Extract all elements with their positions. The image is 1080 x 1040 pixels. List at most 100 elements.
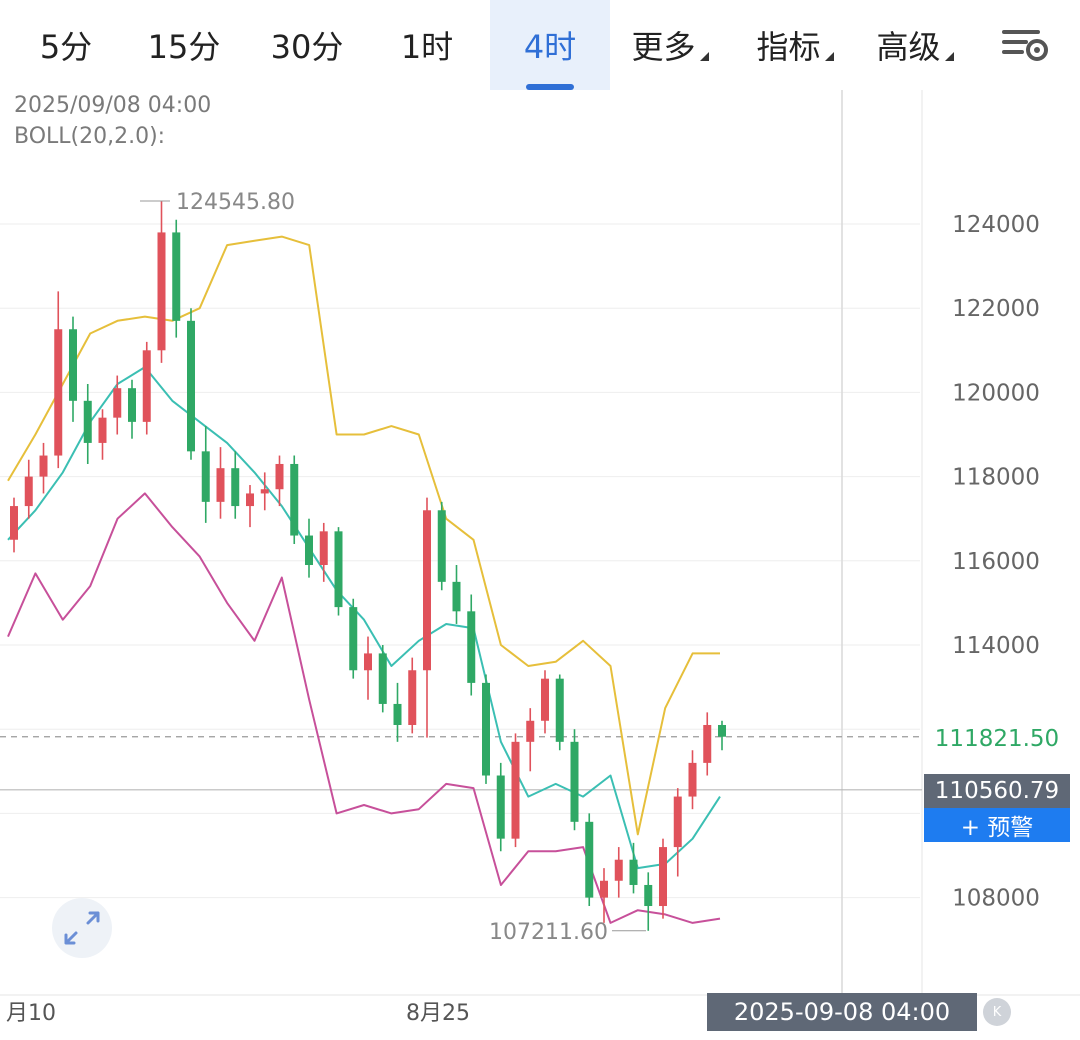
candle-body <box>128 388 136 422</box>
tab-label: 4时 <box>523 28 577 66</box>
candle-body <box>437 510 446 582</box>
tab-label: 高级 <box>876 28 941 66</box>
candle <box>393 682 402 742</box>
tab-0[interactable]: 5分 <box>20 0 112 90</box>
candlestick-chart[interactable]: 108000 114000 116000 118000 120000 122000 1240… <box>0 90 1080 1040</box>
candle <box>378 645 387 713</box>
crosshair-time-label: 2025-09-08 04:00 <box>707 993 977 1031</box>
add-alert-button[interactable]: + 预警 <box>924 808 1070 842</box>
candle-body <box>231 468 240 507</box>
low-price-annotation: 107211.60 <box>489 920 608 945</box>
candle-body <box>260 489 269 494</box>
candle <box>305 518 313 578</box>
candle-body <box>349 607 358 671</box>
tab-label: 15分 <box>147 28 221 66</box>
candle <box>408 657 417 734</box>
candle <box>585 813 594 907</box>
candle-body <box>54 329 63 456</box>
candle-body <box>305 535 313 566</box>
y-tick-label: 118000 <box>952 465 1040 491</box>
candle-body <box>290 463 299 536</box>
tab-label: 5分 <box>39 28 93 66</box>
candle-body <box>39 455 48 477</box>
k-line-icon[interactable]: K <box>983 998 1011 1026</box>
candle-body <box>24 476 33 507</box>
bollinger-bands <box>7 235 721 924</box>
candle <box>128 379 136 439</box>
tab-label: 30分 <box>270 28 344 66</box>
candle <box>555 674 564 751</box>
candle <box>39 442 48 494</box>
candle <box>437 501 446 591</box>
tab-4[interactable]: 4时 <box>490 0 610 90</box>
tab-label: 指标 <box>756 28 821 66</box>
candle <box>482 674 490 784</box>
candle <box>172 219 181 338</box>
candle-body <box>201 451 210 502</box>
candle-body <box>496 775 505 839</box>
candle-body <box>467 611 476 683</box>
candle-body <box>157 232 166 351</box>
candle-body <box>585 821 594 898</box>
y-tick-label: 124000 <box>952 212 1040 238</box>
candle <box>187 308 195 460</box>
tab-2[interactable]: 30分 <box>258 0 356 90</box>
tab-5[interactable]: 更多 <box>620 0 720 90</box>
crosshair-price-label: 110560.79 <box>924 774 1070 808</box>
candle <box>349 598 358 679</box>
candle <box>452 565 461 624</box>
tab-3[interactable]: 1时 <box>372 0 482 90</box>
candle-body <box>275 463 284 490</box>
tab-1[interactable]: 15分 <box>140 0 228 90</box>
dropdown-triangle-icon <box>944 51 954 61</box>
candle-body <box>319 531 328 566</box>
candle <box>201 426 210 523</box>
candle-body <box>142 350 151 422</box>
candle <box>526 708 535 772</box>
candle <box>718 720 726 751</box>
candle <box>570 729 579 831</box>
candle-body <box>600 880 608 898</box>
candle-body <box>718 724 726 737</box>
dropdown-triangle-icon <box>824 51 834 61</box>
candle <box>260 472 269 511</box>
tab-6[interactable]: 指标 <box>745 0 845 90</box>
candle <box>423 497 431 738</box>
candle-body <box>393 703 402 725</box>
candle-body <box>570 741 579 822</box>
candle-body <box>452 581 461 612</box>
high-price-annotation: 124545.80 <box>176 190 295 215</box>
current-price-label: 111821.50 <box>924 722 1070 756</box>
tab-7[interactable]: 高级 <box>865 0 965 90</box>
candle <box>69 316 77 422</box>
candle-body <box>408 670 417 725</box>
candle <box>673 788 682 877</box>
candle-body <box>423 510 431 671</box>
y-tick-label: 122000 <box>952 296 1040 322</box>
candle-body <box>482 682 490 776</box>
candle-body <box>703 724 712 763</box>
candle <box>83 383 92 464</box>
chart-settings-icon[interactable] <box>1000 24 1050 64</box>
candle <box>98 409 107 460</box>
candle <box>319 522 328 582</box>
y-tick-label: 116000 <box>952 549 1040 575</box>
candle-body <box>614 859 623 881</box>
candle-body <box>511 741 520 839</box>
candle <box>290 455 299 544</box>
candle <box>364 636 372 700</box>
candle-body <box>172 232 181 321</box>
boll-upper-line <box>7 235 720 836</box>
candle <box>113 375 122 435</box>
candle <box>157 201 166 363</box>
y-tick-label: 108000 <box>952 886 1040 912</box>
candle <box>24 459 33 519</box>
x-tick-label: 月10 <box>6 1001 56 1026</box>
candle-body <box>83 400 92 443</box>
candle-body <box>688 762 697 797</box>
expand-icon[interactable] <box>52 898 112 958</box>
y-tick-label: 120000 <box>952 380 1040 406</box>
candle-body <box>364 653 372 671</box>
candle <box>644 872 653 931</box>
candle <box>703 712 712 776</box>
